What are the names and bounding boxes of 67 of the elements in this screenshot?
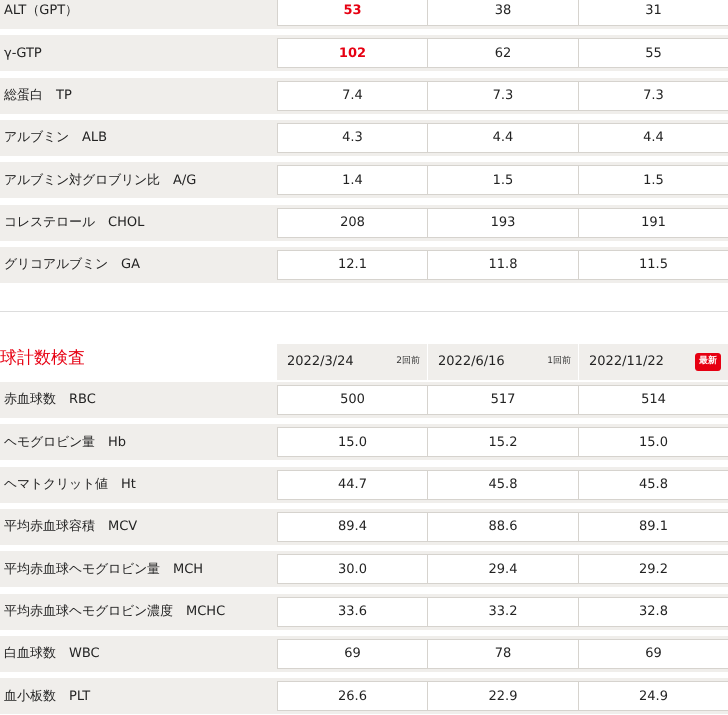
table-cell: 29.4 <box>428 554 579 584</box>
table-cell: 89.1 <box>579 512 728 542</box>
table-cell: 88.6 <box>428 512 579 542</box>
test-label: 白血球数 WBC <box>3 645 101 664</box>
table-cell: 517 <box>428 385 579 416</box>
table-cell: 44.7 <box>277 470 428 500</box>
latest-badge: 最新 <box>695 353 721 371</box>
table-cell: 32.8 <box>579 596 728 627</box>
table-cell: 45.8 <box>428 470 579 500</box>
date-label: 2022/3/24 <box>287 353 354 372</box>
table-cell: 7.3 <box>428 80 579 111</box>
test-label: ヘマトクリット値 Ht <box>3 476 137 494</box>
table-cell: 69 <box>277 639 428 670</box>
table-cell: 55 <box>579 38 728 68</box>
test-label: γ-GTP <box>3 44 43 63</box>
table-cell: 191 <box>579 208 728 238</box>
table-cell: 500 <box>277 385 428 416</box>
table-cell: 4.4 <box>579 123 728 154</box>
table-cell: 26.6 <box>277 681 428 712</box>
table-cell: 7.3 <box>579 80 728 111</box>
test-label: アルブミン ALB <box>3 129 108 148</box>
table-cell: 69 <box>579 639 728 670</box>
table-cell: 29.2 <box>579 554 728 584</box>
table-cell: 22.9 <box>428 681 579 712</box>
table-cell: 78 <box>428 639 579 670</box>
table-cell: 514 <box>579 385 728 416</box>
table-cell: 208 <box>277 208 428 238</box>
test-label: コレステロール CHOL <box>3 214 146 232</box>
test-label: アルブミン対グロブリン比 A/G <box>3 172 198 190</box>
table-cell: 89.4 <box>277 512 428 542</box>
table-cell: 15.2 <box>428 427 579 458</box>
table-cell: 53 <box>277 0 428 26</box>
table-cell: 1.4 <box>277 165 428 196</box>
test-label: 平均赤血球容積 MCV <box>3 518 138 536</box>
test-label: グリコアルブミン GA <box>3 256 141 274</box>
table-cell: 102 <box>277 38 428 68</box>
test-label: ALT（GPT） <box>3 2 80 20</box>
table-cell: 11.8 <box>428 250 579 280</box>
table-cell: 33.6 <box>277 596 428 627</box>
visit-label: 1回前 <box>547 355 571 368</box>
table-cell: 24.9 <box>579 681 728 712</box>
table-cell: 15.0 <box>579 427 728 458</box>
table-cell: 193 <box>428 208 579 238</box>
visit-label: 2回前 <box>396 355 420 368</box>
table-cell: 11.5 <box>579 250 728 280</box>
test-label: 血小板数 PLT <box>3 688 92 706</box>
section-title: 球計数検査 <box>0 347 86 370</box>
date-label: 2022/6/16 <box>438 353 505 372</box>
table-cell: 33.2 <box>428 596 579 627</box>
table-cell: 7.4 <box>277 80 428 111</box>
test-label: 平均赤血球ヘモグロビン濃度 MCHC <box>3 603 226 622</box>
test-label: 平均赤血球ヘモグロビン量 MCH <box>3 560 204 579</box>
test-label: 総蛋白 TP <box>3 86 73 105</box>
table-cell: 30.0 <box>277 554 428 584</box>
table-cell: 1.5 <box>428 165 579 196</box>
table-cell: 62 <box>428 38 579 68</box>
test-label: ヘモグロビン量 Hb <box>3 434 128 452</box>
table-cell: 15.0 <box>277 427 428 458</box>
table-cell: 31 <box>579 0 728 26</box>
table-cell: 45.8 <box>579 470 728 500</box>
table-cell: 4.3 <box>277 123 428 154</box>
table-cell: 38 <box>428 0 579 26</box>
date-label: 2022/11/22 <box>589 353 664 372</box>
table-cell: 1.5 <box>579 165 728 196</box>
table-cell: 12.1 <box>277 250 428 280</box>
table-cell: 4.4 <box>428 123 579 154</box>
test-label: 赤血球数 RBC <box>3 391 97 410</box>
